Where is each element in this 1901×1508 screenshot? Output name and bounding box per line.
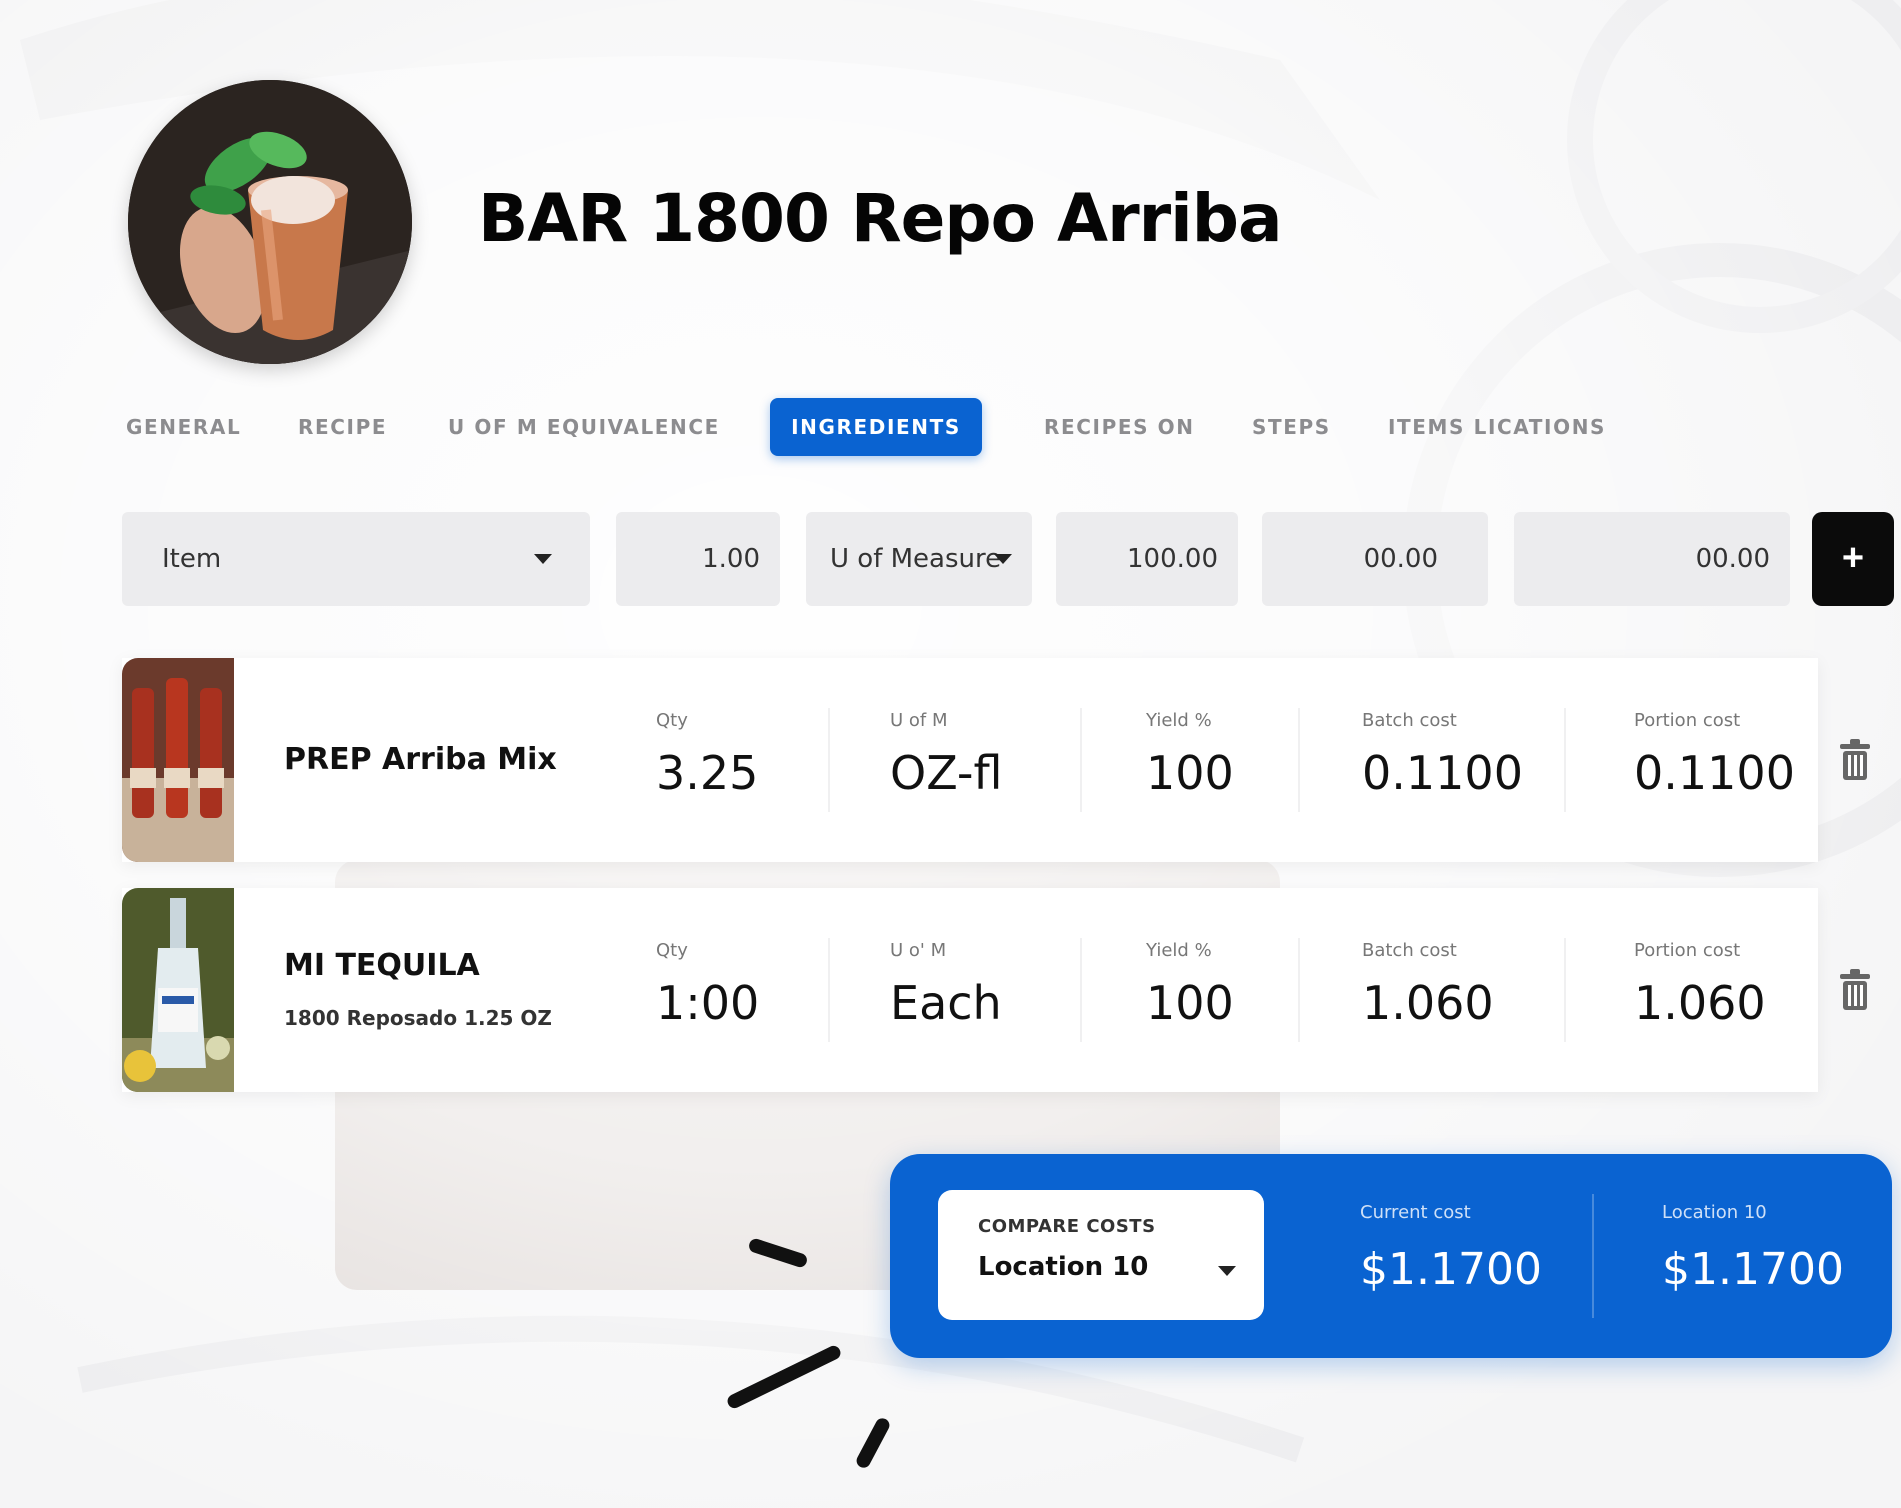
tab-bar: GENERAL RECIPE U OF M EQUIVALENCE INGRED… [126,398,1626,456]
ingredient-name: PREP Arriba Mix [284,742,557,777]
qty-label: Qty [656,710,688,731]
column-divider [1298,708,1300,812]
yield-value[interactable]: 100 [1146,976,1234,1030]
decorative-stroke [854,1415,892,1471]
qty-value[interactable]: 1:00 [656,976,759,1030]
yield-label: Yield % [1146,710,1212,731]
batch-cost-value: 0.1100 [1362,746,1523,800]
tab-uom-equivalence[interactable]: U OF M EQUIVALENCE [448,398,720,456]
uom-value[interactable]: OZ-fl [890,746,1002,800]
qty-label: Qty [656,940,688,961]
tab-recipe[interactable]: RECIPE [298,398,387,456]
portion-cost-value: 1.060 [1634,976,1766,1030]
yield-label: Yield % [1146,940,1212,961]
uom-label: U of M [890,710,948,731]
add-ingredient-button[interactable]: + [1812,512,1894,606]
column-divider [1080,938,1082,1042]
location-cost-value: $1.1700 [1662,1244,1844,1295]
tab-general[interactable]: GENERAL [126,398,241,456]
trash-icon[interactable] [1838,738,1872,782]
uom-value[interactable]: Each [890,976,1002,1030]
tab-steps[interactable]: STEPS [1252,398,1331,456]
batch-cost-value: 1.060 [1362,976,1494,1030]
chevron-down-icon [1218,1266,1236,1276]
yield-input[interactable]: 100.00 [1056,512,1238,606]
yield-value[interactable]: 100 [1146,746,1234,800]
trash-icon[interactable] [1838,968,1872,1012]
ingredient-name: MI TEQUILA [284,948,480,983]
ingredient-description: 1800 Reposado 1.25 OZ [284,1006,552,1030]
uom-select[interactable]: U of Measure [806,512,1032,606]
column-divider [1564,938,1566,1042]
column-divider [1564,708,1566,812]
decorative-stroke [747,1237,809,1269]
column-divider [1080,708,1082,812]
ingredient-photo [122,658,234,862]
uom-select-label: U of Measure [830,544,1002,574]
current-cost-value: $1.1700 [1360,1244,1542,1295]
compare-location-select[interactable]: COMPARE COSTS Location 10 [938,1190,1264,1320]
batch-cost-input[interactable]: 00.00 [1262,512,1488,606]
column-divider [1298,938,1300,1042]
portion-cost-value: 0.1100 [1634,746,1795,800]
uom-label: U o' M [890,940,947,961]
portion-cost-input[interactable]: 00.00 [1514,512,1790,606]
compare-costs-label: COMPARE COSTS [978,1216,1156,1237]
decorative-stroke [725,1343,843,1411]
chevron-down-icon [994,554,1012,564]
yield-input-value: 100.00 [1127,544,1218,574]
chevron-down-icon [534,554,552,564]
column-divider [828,938,830,1042]
batch-cost-label: Batch cost [1362,710,1457,731]
portion-cost-label: Portion cost [1634,710,1741,731]
recipe-photo [128,80,412,364]
batch-cost-label: Batch cost [1362,940,1457,961]
portion-cost-label: Portion cost [1634,940,1741,961]
add-ingredient-row: Item 1.00 U of Measure 100.00 00.00 00.0… [122,512,1894,606]
compare-location-value: Location 10 [978,1252,1149,1282]
qty-input-value: 1.00 [702,544,760,574]
ingredient-photo [122,888,234,1092]
recipe-title: BAR 1800 Repo Arriba [478,180,1283,257]
location-cost-label: Location 10 [1662,1202,1767,1223]
column-divider [1592,1194,1594,1318]
column-divider [828,708,830,812]
current-cost-label: Current cost [1360,1202,1471,1223]
tab-recipes-on[interactable]: RECIPES ON [1044,398,1195,456]
ingredient-row: MI TEQUILA 1800 Reposado 1.25 OZ Qty 1:0… [122,888,1870,1092]
item-select-label: Item [162,544,222,574]
batch-cost-input-value: 00.00 [1363,544,1438,574]
qty-input[interactable]: 1.00 [616,512,780,606]
tab-ingredients[interactable]: INGREDIENTS [770,398,982,456]
portion-cost-input-value: 00.00 [1695,544,1770,574]
qty-value[interactable]: 3.25 [656,746,758,800]
ingredient-row: PREP Arriba Mix Qty 3.25 U of M OZ-fl Yi… [122,658,1870,862]
tab-items-locations[interactable]: ITEMS LICATIONS [1388,398,1606,456]
compare-costs-panel: COMPARE COSTS Location 10 Current cost $… [890,1154,1892,1358]
item-select[interactable]: Item [122,512,590,606]
